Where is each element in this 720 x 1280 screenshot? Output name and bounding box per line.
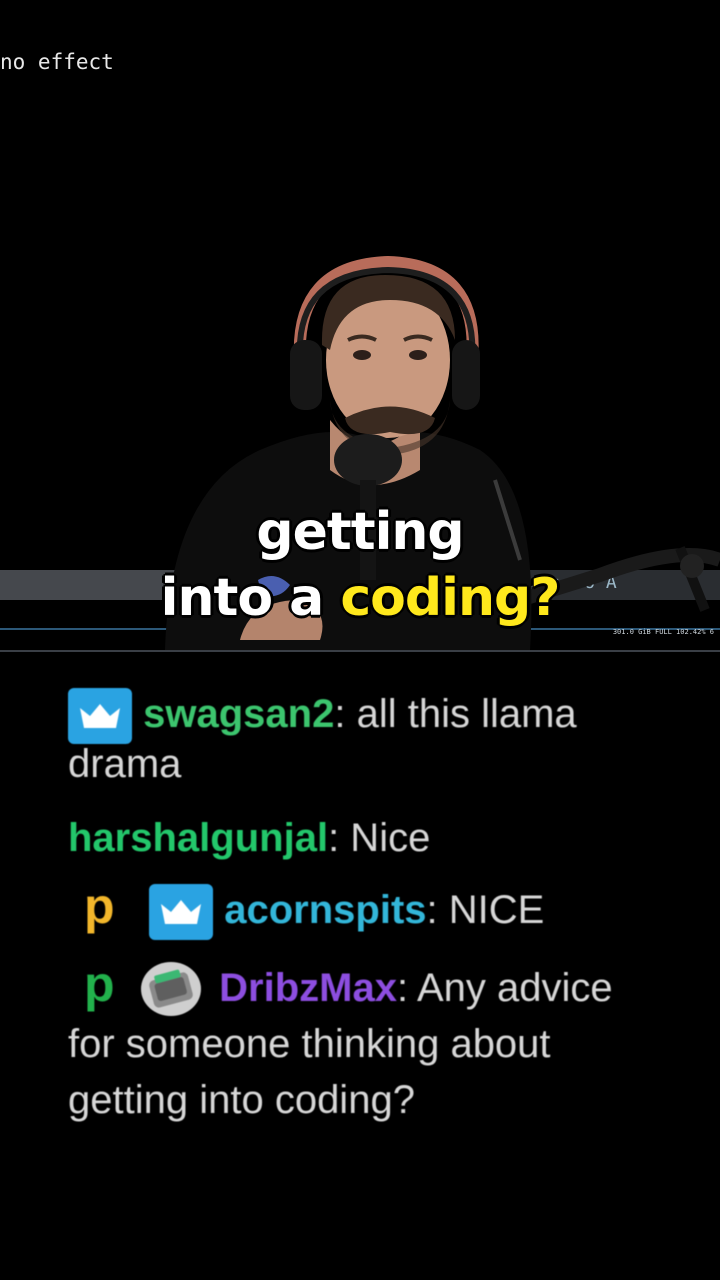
chat-username[interactable]: swagsan2 (143, 692, 334, 736)
chat-separator: : (328, 816, 340, 860)
chat-username[interactable]: acornspits (224, 888, 426, 932)
chat-separator: : (334, 692, 346, 736)
chat-text: NICE (437, 888, 545, 932)
caption-line-2: into a coding? (0, 567, 720, 630)
chat-separator: : (426, 888, 438, 932)
chat-text-continued: for someone thinking about (68, 1022, 551, 1066)
caption-white-text: into a (159, 567, 326, 630)
chat-username[interactable]: DribzMax (219, 966, 397, 1010)
chat-text-continued: drama (68, 742, 182, 786)
chat-message: acornspits: NICE (68, 882, 545, 941)
bot-badge-icon (141, 962, 201, 1016)
caption-highlight-text: coding? (339, 567, 562, 630)
subscriber-badge-icon (149, 884, 214, 941)
chat-username[interactable]: harshalgunjal (68, 816, 328, 860)
chat-text: all this llama (345, 692, 577, 736)
section-divider (0, 650, 720, 652)
prime-badge-icon: p (84, 878, 115, 934)
caption-line-1: getting (255, 501, 466, 564)
chat-message: harshalgunjal: Nice (68, 810, 430, 866)
video-frame: no effect d ;.-6 A 301.0 GiB FULL 102.42… (0, 0, 720, 650)
chat-separator: : (396, 966, 409, 1010)
chat-text: Nice (339, 816, 431, 860)
prime-badge-icon: p (84, 956, 115, 1012)
chat-text: Any advice (408, 966, 613, 1010)
chat-text-continued: getting into coding? (68, 1078, 415, 1122)
